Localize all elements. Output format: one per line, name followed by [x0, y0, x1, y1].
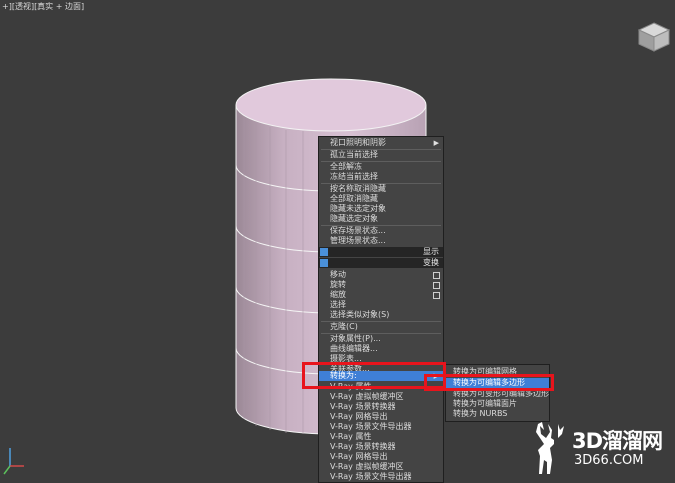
menu-item-unhide-by-name[interactable]: 按名称取消隐藏 [319, 184, 443, 194]
menu-item-freeze-selection[interactable]: 冻结当前选择 [319, 172, 443, 182]
menu-item-vray-scene-converter[interactable]: V-Ray 场景转换器 [319, 402, 443, 412]
menu-item-select[interactable]: 选择 [319, 300, 443, 310]
menu-item-isolate[interactable]: 孤立当前选择 [319, 150, 443, 160]
settings-box-icon[interactable] [433, 272, 440, 279]
settings-box-icon[interactable] [433, 282, 440, 289]
menu-item-lighting-shadows[interactable]: 视口照明和阴影 ▶ [319, 138, 443, 148]
submenu-item-editable-patch[interactable]: 转换为可编辑面片 [446, 399, 549, 409]
menu-item-vray-properties-2[interactable]: V-Ray 属性 [319, 432, 443, 442]
menu-item-manage-scene-states[interactable]: 管理场景状态... [319, 236, 443, 246]
menu-item-move[interactable]: 移动 [319, 270, 443, 280]
menu-item-vray-frame-buffer-2[interactable]: V-Ray 虚拟帧缓冲区 [319, 462, 443, 472]
quad-menu: 视口照明和阴影 ▶ 孤立当前选择 全部解冻 冻结当前选择 按名称取消隐藏 全部取消… [318, 136, 444, 483]
axis-gizmo-icon [3, 448, 24, 475]
convert-to-submenu: 转换为可编辑网格 转换为可编辑多边形 转换为可变形可编辑多边形 转换为可编辑面片… [445, 364, 550, 422]
menu-item-unhide-all[interactable]: 全部取消隐藏 [319, 194, 443, 204]
menu-item-clone[interactable]: 克隆(C) [319, 322, 443, 332]
quad-color-swatch [320, 259, 328, 267]
menu-item-hide-unselected[interactable]: 隐藏未选定对象 [319, 204, 443, 214]
menu-item-scale[interactable]: 缩放 [319, 290, 443, 300]
watermark-url: 3D66.COM [574, 453, 644, 468]
submenu-arrow-icon: ▶ [433, 139, 439, 147]
quad-header-transform: 变换 [319, 258, 443, 268]
highlight-box-editable-poly [424, 374, 554, 391]
quad-header-display: 显示 [319, 247, 443, 257]
menu-item-vray-frame-buffer[interactable]: V-Ray 虚拟帧缓冲区 [319, 392, 443, 402]
menu-item-hide-selection[interactable]: 隐藏选定对象 [319, 214, 443, 224]
watermark-title: 3D溜溜网 [572, 429, 663, 453]
menu-item-vray-mesh-export[interactable]: V-Ray 网格导出 [319, 412, 443, 422]
menu-item-vray-mesh-export-2[interactable]: V-Ray 网格导出 [319, 452, 443, 462]
menu-item-select-similar[interactable]: 选择类似对象(S) [319, 310, 443, 320]
quad-color-swatch [320, 248, 328, 256]
menu-item-unfreeze-all[interactable]: 全部解冻 [319, 162, 443, 172]
watermark: 3D溜溜网 3D66.COM [530, 416, 675, 481]
menu-item-vray-scene-converter-2[interactable]: V-Ray 场景转换器 [319, 442, 443, 452]
menu-item-object-properties[interactable]: 对象属性(P)... [319, 334, 443, 344]
menu-item-save-scene-state[interactable]: 保存场景状态... [319, 226, 443, 236]
menu-item-curve-editor[interactable]: 曲线编辑器... [319, 344, 443, 354]
menu-item-rotate[interactable]: 旋转 [319, 280, 443, 290]
deer-logo-icon [536, 422, 564, 474]
menu-item-vray-scene-file-exporter[interactable]: V-Ray 场景文件导出器 [319, 422, 443, 432]
settings-box-icon[interactable] [433, 292, 440, 299]
